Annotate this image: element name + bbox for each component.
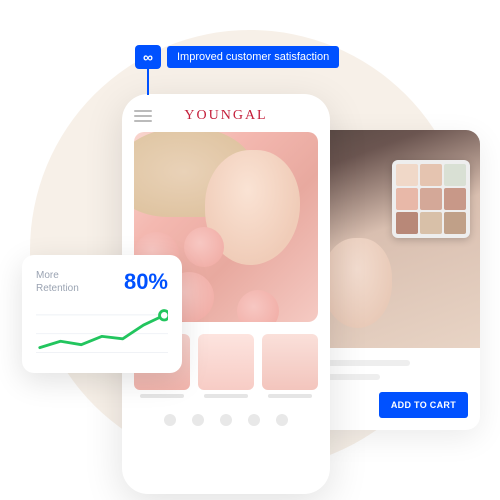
nav-dot[interactable] [164,414,176,426]
palette-icon [392,160,470,238]
text-placeholder [322,374,380,380]
nav-dot[interactable] [220,414,232,426]
thumbnail-2[interactable] [198,334,254,390]
badge-label: Improved customer satisfaction [167,46,339,68]
product-card: ADD TO CART [310,130,480,430]
pagination-dots [134,414,318,426]
brand-logo: YOUNGAL [184,108,267,124]
hamburger-icon[interactable] [134,110,152,122]
thumbnail-3[interactable] [262,334,318,390]
retention-metric-card: More Retention 80% [22,255,182,373]
nav-dot[interactable] [192,414,204,426]
nav-dot[interactable] [248,414,260,426]
satisfaction-badge: ∞ Improved customer satisfaction [135,45,339,69]
retention-chart [36,299,168,359]
infinity-icon: ∞ [135,45,161,69]
product-description [310,348,480,380]
text-placeholder [322,360,410,366]
badge-connector-line [147,69,149,95]
product-image[interactable] [310,130,480,348]
nav-dot[interactable] [276,414,288,426]
retention-percent: 80% [124,269,168,295]
retention-label: More Retention [36,269,79,295]
add-to-cart-button[interactable]: ADD TO CART [379,392,468,418]
app-header: YOUNGAL [134,108,318,124]
